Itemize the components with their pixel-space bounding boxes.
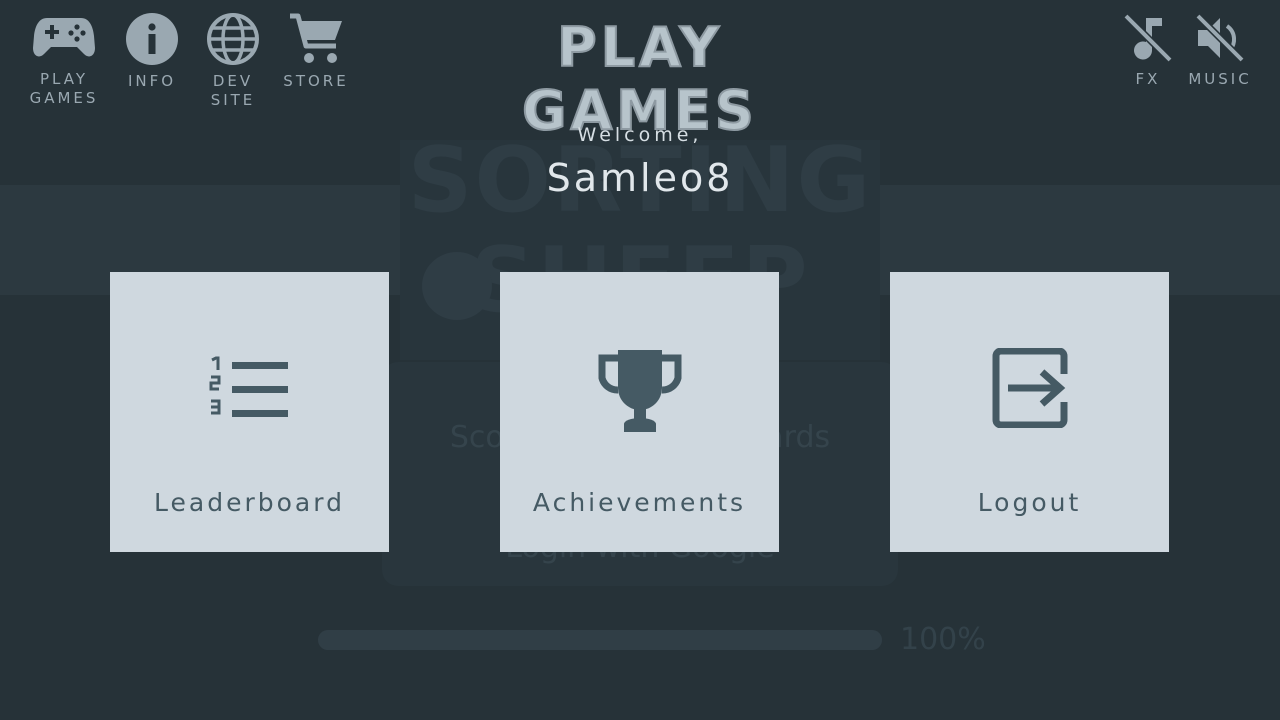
info-button[interactable]: INFO xyxy=(116,12,188,91)
background-progress-bar xyxy=(318,630,882,650)
info-label: INFO xyxy=(127,72,177,90)
music-note-off-icon xyxy=(1123,13,1173,63)
volume-off-icon xyxy=(1195,13,1245,63)
gamepad-icon xyxy=(33,18,95,57)
music-label: MUSIC xyxy=(1188,70,1252,88)
background-progress-label: 100% xyxy=(900,622,986,657)
leaderboard-icon xyxy=(209,356,288,417)
achievements-label: Achievements xyxy=(532,488,747,517)
welcome-text: Welcome, xyxy=(577,124,703,146)
dev-site-label: DEV SITE xyxy=(210,72,256,109)
play-games-button[interactable]: PLAY GAMES xyxy=(28,12,100,108)
trophy-icon xyxy=(598,350,681,432)
fx-label: FX xyxy=(1135,70,1161,88)
fx-toggle-button[interactable]: FX xyxy=(1112,12,1184,89)
play-games-label: PLAY GAMES xyxy=(29,70,99,107)
music-toggle-button[interactable]: MUSIC xyxy=(1184,12,1256,89)
store-label: STORE xyxy=(283,72,349,90)
store-button[interactable]: STORE xyxy=(280,12,352,91)
achievements-button[interactable]: Achievements xyxy=(500,272,779,552)
info-icon xyxy=(126,13,178,65)
logout-button[interactable]: Logout xyxy=(890,272,1169,552)
background-progress-fill xyxy=(318,630,882,650)
globe-icon xyxy=(207,13,259,65)
leaderboard-button[interactable]: Leaderboard xyxy=(110,272,389,552)
background-sheep-icon xyxy=(422,252,492,320)
leaderboard-label: Leaderboard xyxy=(154,488,345,517)
cart-icon xyxy=(290,13,342,63)
dev-site-button[interactable]: DEV SITE xyxy=(197,12,269,110)
logout-icon xyxy=(992,348,1067,428)
username: Samleo8 xyxy=(546,156,734,200)
logout-label: Logout xyxy=(977,488,1082,517)
